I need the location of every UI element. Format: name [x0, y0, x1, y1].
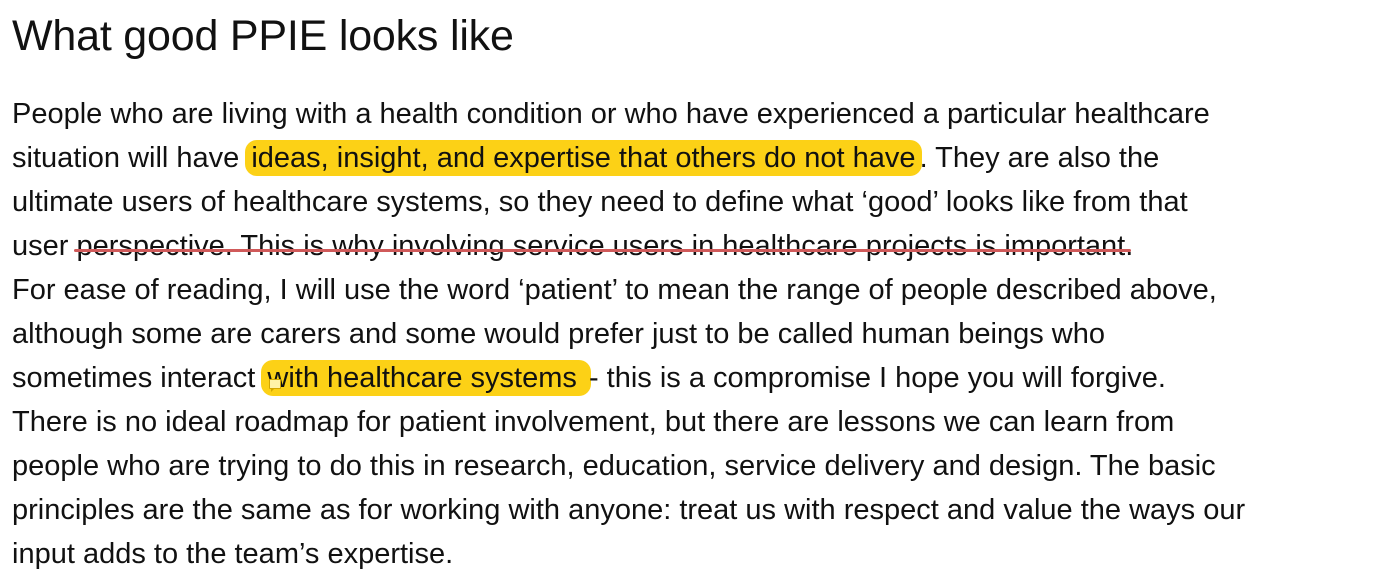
text-run: user	[12, 230, 77, 262]
text-run: People who are living with a health cond…	[12, 98, 1210, 130]
highlighted-text[interactable]: ideas, insight, and expertise that other…	[245, 140, 922, 176]
text-line-11: input adds to the team’s expertise.	[12, 532, 1392, 576]
text-line-4: user perspective. This is why involving …	[12, 224, 1392, 268]
text-run: There is no ideal roadmap for patient in…	[12, 406, 1175, 438]
text-run: For ease of reading, I will use the word…	[12, 274, 1217, 306]
comment-icon[interactable]	[269, 379, 282, 392]
text-line-5: For ease of reading, I will use the word…	[12, 268, 1392, 312]
text-run: - this is a compromise I hope you will f…	[588, 362, 1166, 394]
text-run: people who are trying to do this in rese…	[12, 450, 1216, 482]
document-body[interactable]: People who are living with a health cond…	[12, 92, 1392, 576]
text-run: . They are also the	[919, 142, 1160, 174]
document-page: What good PPIE looks like People who are…	[12, 0, 1392, 576]
text-run: principles are the same as for working w…	[12, 494, 1246, 526]
text-run: ultimate users of healthcare systems, so…	[12, 186, 1188, 218]
struck-text-run: perspective. This is why involving servi…	[76, 230, 1126, 262]
text-line-10: principles are the same as for working w…	[12, 488, 1392, 532]
text-run: input adds to the team’s expertise.	[12, 538, 454, 570]
text-run: sometimes interact	[12, 362, 264, 394]
text-line-8: There is no ideal roadmap for patient in…	[12, 400, 1392, 444]
struck-through-text[interactable]: perspective. This is why involving servi…	[74, 224, 1131, 268]
highlighted-text[interactable]: with healthcare systems	[261, 360, 591, 396]
text-run: situation will have	[12, 142, 248, 174]
text-line-2: situation will have ideas, insight, and …	[12, 136, 1392, 180]
text-line-9: people who are trying to do this in rese…	[12, 444, 1392, 488]
text-line-3: ultimate users of healthcare systems, so…	[12, 180, 1392, 224]
text-line-1: People who are living with a health cond…	[12, 92, 1392, 136]
text-run: although some are carers and some would …	[12, 318, 1105, 350]
text-run: .	[1125, 230, 1134, 262]
text-line-6: although some are carers and some would …	[12, 312, 1392, 356]
page-title: What good PPIE looks like	[12, 12, 514, 60]
text-line-7: sometimes interact with healthcare syste…	[12, 356, 1392, 400]
